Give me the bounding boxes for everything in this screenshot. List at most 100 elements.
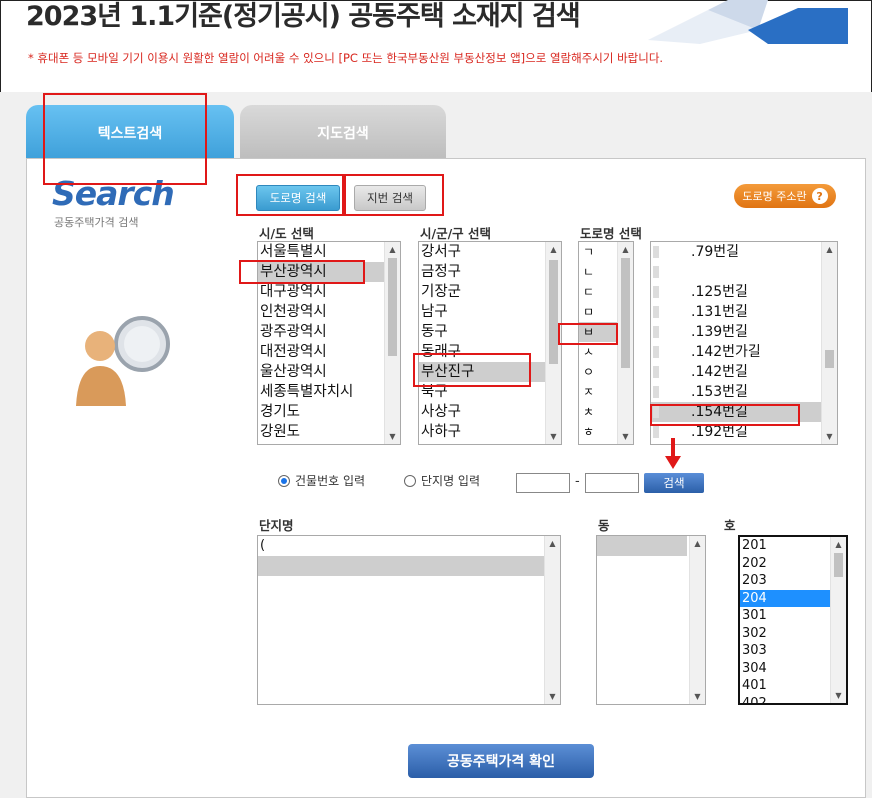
sigungu-option[interactable]: 기장군 [419,282,561,302]
sido-option[interactable]: 대구광역시 [258,282,400,302]
complex-option[interactable] [258,596,560,616]
radio-unchecked-icon[interactable] [404,474,416,487]
complex-label: 단지명 [259,518,294,533]
road-option-label: .79번길 [691,244,740,260]
scroll-up-icon[interactable]: ▲ [545,536,560,551]
road-name-select[interactable]: .79번길 .125번길 .131번길 .139번길 .142번가길 .142번… [650,241,838,445]
dong-option[interactable] [597,536,687,556]
dong-select[interactable]: ▲ ▼ [596,535,706,705]
sigungu-option[interactable]: 금정구 [419,262,561,282]
scroll-down-icon[interactable]: ▼ [618,429,633,444]
road-option-label: .154번길 [691,404,748,420]
scroll-down-icon[interactable]: ▼ [831,688,846,703]
sigungu-select[interactable]: 강서구 금정구 기장군 남구 동구 동래구 부산진구 북구 사상구 사하구 ▲ … [418,241,562,445]
scroll-up-icon[interactable]: ▲ [690,536,705,551]
sido-option[interactable]: 부산광역시 [258,262,400,282]
sido-option[interactable]: 서울특별시 [258,242,400,262]
sigungu-option[interactable]: 동구 [419,322,561,342]
sido-option[interactable]: 광주광역시 [258,322,400,342]
scroll-thumb[interactable] [549,260,558,364]
sido-option[interactable]: 세종특별자치시 [258,382,400,402]
sigungu-option[interactable]: 북구 [419,382,561,402]
tab-map-search[interactable]: 지도검색 [240,105,446,161]
road-name-search-button[interactable]: 도로명 검색 [256,185,340,211]
search-button[interactable]: 검색 [644,473,704,493]
ho-select[interactable]: 201 202 203 204 301 302 303 304 401 402 … [738,535,848,705]
confirm-price-button[interactable]: 공동주택가격 확인 [408,744,594,778]
scroll-up-icon[interactable]: ▲ [385,242,400,257]
road-option[interactable]: .139번길 [651,322,837,342]
header-decoration [648,0,848,44]
road-address-guide-label: 도로명 주소란 [742,190,807,203]
road-option[interactable]: .142번길 [651,362,837,382]
building-sub-number-input[interactable] [585,473,639,493]
page-title: 2023년 1.1기준(정기공시) 공동주택 소재지 검색 [26,1,581,32]
scrollbar[interactable]: ▲ ▼ [830,537,846,703]
road-initial-select[interactable]: ㄱ ㄴ ㄷ ㅁ ㅂ ㅅ ㅇ ㅈ ㅊ ㅎ ▲ ▼ [578,241,634,445]
scroll-thumb[interactable] [825,350,834,368]
sido-option[interactable]: 인천광역시 [258,302,400,322]
road-option[interactable]: .153번길 [651,382,837,402]
complex-option[interactable] [258,576,560,596]
scrollbar[interactable]: ▲ ▼ [545,242,561,444]
scrollbar[interactable]: ▲ ▼ [384,242,400,444]
radio-checked-icon[interactable] [278,474,290,487]
complex-option[interactable]: ( [258,536,560,556]
complex-select[interactable]: ( ▲ ▼ [257,535,561,705]
sigungu-option[interactable]: 부산진구 [419,362,561,382]
sido-option[interactable]: 대전광역시 [258,342,400,362]
scrollbar[interactable]: ▲ ▼ [617,242,633,444]
scroll-up-icon[interactable]: ▲ [822,242,837,257]
scroll-thumb[interactable] [388,258,397,356]
road-option-label: .131번길 [691,304,748,320]
blurred-text [653,286,659,298]
scroll-thumb[interactable] [621,258,630,368]
road-option-label: .192번길 [691,424,748,440]
scroll-down-icon[interactable]: ▼ [545,689,560,704]
road-option[interactable]: .131번길 [651,302,837,322]
road-option[interactable]: .125번길 [651,282,837,302]
blurred-text [653,246,659,258]
scroll-down-icon[interactable]: ▼ [690,689,705,704]
sido-select[interactable]: 서울특별시 부산광역시 대구광역시 인천광역시 광주광역시 대전광역시 울산광역… [257,241,401,445]
road-option[interactable]: .154번길 [651,402,837,422]
complex-name-label: 단지명 입력 [421,474,481,488]
scroll-thumb[interactable] [834,553,843,577]
building-number-option[interactable]: 건물번호 입력 [278,472,365,489]
scroll-down-icon[interactable]: ▼ [822,429,837,444]
search-logo-subtitle: 공동주택가격 검색 [54,216,139,229]
ho-label: 호 [724,518,736,533]
sido-option[interactable]: 경기도 [258,402,400,422]
scrollbar[interactable]: ▲ ▼ [544,536,560,704]
blurred-text [653,386,659,398]
road-option[interactable]: .79번길 [651,242,837,262]
scroll-up-icon[interactable]: ▲ [831,537,846,552]
scrollbar[interactable]: ▲ ▼ [821,242,837,444]
complex-option[interactable] [258,616,560,636]
sigungu-option[interactable]: 사하구 [419,422,561,442]
sigungu-option[interactable]: 동래구 [419,342,561,362]
road-address-guide-button[interactable]: 도로명 주소란 ? [734,184,836,208]
sido-option[interactable]: 강원도 [258,422,400,442]
scroll-down-icon[interactable]: ▼ [385,429,400,444]
road-option-label: .153번길 [691,384,748,400]
sido-option[interactable]: 울산광역시 [258,362,400,382]
scroll-up-icon[interactable]: ▲ [546,242,561,257]
complex-option[interactable] [258,556,560,576]
dong-label: 동 [598,518,610,533]
blurred-text [653,426,659,438]
road-option[interactable] [651,262,837,282]
sigungu-option[interactable]: 남구 [419,302,561,322]
building-main-number-input[interactable] [516,473,570,493]
scroll-up-icon[interactable]: ▲ [618,242,633,257]
tab-text-search[interactable]: 텍스트검색 [26,105,234,161]
blurred-text [653,326,659,338]
scrollbar[interactable]: ▲ ▼ [689,536,705,704]
scroll-down-icon[interactable]: ▼ [546,429,561,444]
sigungu-option[interactable]: 강서구 [419,242,561,262]
sigungu-option[interactable]: 사상구 [419,402,561,422]
complex-name-option[interactable]: 단지명 입력 [404,472,480,489]
building-number-label: 건물번호 입력 [295,474,366,488]
lot-number-search-button[interactable]: 지번 검색 [354,185,426,211]
road-option[interactable]: .142번가길 [651,342,837,362]
